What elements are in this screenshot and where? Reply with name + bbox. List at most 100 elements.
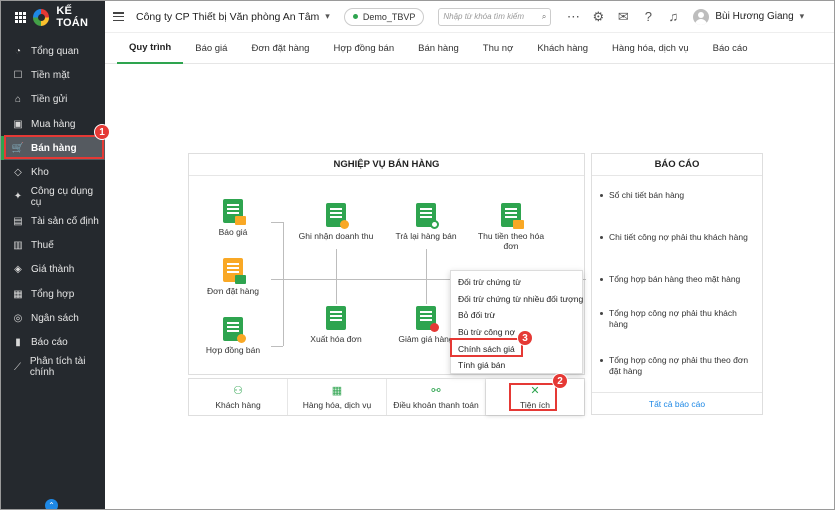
highlight-box-price-policy [450, 338, 523, 357]
customer-icon: ⚇ [233, 384, 243, 397]
logo-row: KẾ TOÁN [1, 1, 105, 33]
report-link-label: Sổ chi tiết bán hàng [609, 190, 685, 200]
tab[interactable]: Hàng hóa, dịch vụ [600, 33, 701, 64]
node-quote[interactable]: Báo giá [193, 199, 273, 237]
collapse-sidebar-icon[interactable]: ⌃ [45, 499, 58, 509]
tab[interactable]: Khách hàng [525, 33, 600, 64]
tab[interactable]: Hợp đồng bán [321, 33, 406, 64]
shortcut-customers[interactable]: ⚇ Khách hàng [189, 379, 288, 415]
report-link[interactable]: Tổng hợp công nợ phải thu khách hàng [600, 308, 752, 330]
header-icons: ⋯ ⚙ ✉ ? ♫ [565, 9, 681, 25]
database-chip[interactable]: Demo_TBVP [343, 7, 425, 26]
dropdown-menu-item[interactable]: Đối trừ chứng từ nhiều đối tượng [451, 291, 583, 308]
help-icon[interactable]: ? [640, 9, 656, 25]
avatar [693, 8, 710, 25]
sidebar-item-label: Báo cáo [31, 337, 68, 349]
sidebar-item[interactable]: ☐ Tiền mặt [1, 63, 105, 87]
sidebar-item[interactable]: ▤ Tài sản cố định [1, 209, 105, 233]
report-link-label: Chi tiết công nợ phải thu khách hàng [609, 232, 748, 242]
sidebar-item-label: Tổng hợp [31, 288, 75, 300]
sidebar-item-label: Giá thành [31, 264, 75, 276]
search-placeholder: Nhập từ khóa tìm kiếm [443, 12, 525, 21]
user-menu[interactable]: Bùi Hương Giang ▾ [693, 8, 805, 25]
report-link[interactable]: Chi tiết công nợ phải thu khách hàng [600, 232, 752, 243]
company-selector[interactable]: Công ty CP Thiết bị Văn phòng An Tâm ▾ [136, 11, 330, 23]
warehouse-icon: ◇ [14, 167, 22, 179]
tab[interactable]: Đơn đặt hàng [239, 33, 321, 64]
process-title: NGHIỆP VỤ BÁN HÀNG [189, 154, 584, 176]
sidebar-item[interactable]: ✦ Công cụ dụng cụ [1, 185, 105, 209]
shortcut-label: Hàng hóa, dịch vụ [302, 399, 372, 410]
dropdown-menu-item[interactable]: Tính giá bán [451, 357, 582, 374]
invoice-doc-icon [326, 306, 346, 330]
search-input[interactable]: Nhập từ khóa tìm kiếm ⌕ [438, 7, 552, 26]
report-link[interactable]: Tổng hợp công nợ phải thu theo đơn đặt h… [600, 355, 752, 377]
report-link[interactable]: Sổ chi tiết bán hàng [600, 190, 752, 201]
sidebar-item[interactable]: ▦ Tổng hợp [1, 282, 105, 306]
order-doc-icon [223, 258, 246, 284]
dropdown-menu-item[interactable]: Đối trừ chứng từ [451, 274, 582, 291]
logo-icon [33, 8, 50, 26]
status-dot-icon [352, 14, 358, 19]
apps-grid-icon[interactable] [15, 11, 26, 23]
menu-toggle-icon[interactable] [113, 12, 124, 21]
step-badge-1: 1 [94, 124, 110, 140]
summary-icon: ▦ [13, 288, 23, 300]
tab[interactable]: Báo cáo [701, 33, 760, 64]
more-options-icon[interactable]: ⋯ [565, 9, 581, 25]
quote-doc-icon [223, 199, 246, 225]
report-link-label: Tổng hợp công nợ phải thu theo đơn đặt h… [609, 355, 749, 376]
sidebar-item[interactable]: ◈ Giá thành [1, 258, 105, 282]
bullet [600, 194, 603, 197]
payment-doc-icon [501, 203, 524, 229]
tax-icon: ▥ [13, 240, 23, 252]
node-sales-contract[interactable]: Hợp đồng bán [193, 317, 273, 355]
tools-icon: ✦ [13, 191, 23, 203]
sidebar-item-label: Phân tích tài chính [29, 356, 86, 378]
payment-terms-icon: ⚯ [431, 384, 441, 397]
cash-icon: ☐ [13, 69, 23, 81]
report-link[interactable]: Tổng hợp bán hàng theo mặt hàng [600, 274, 752, 285]
asset-icon: ▤ [13, 215, 23, 227]
chevron-down-icon: ▾ [799, 11, 805, 21]
notification-bell-icon[interactable]: ♫ [665, 9, 681, 25]
node-issue-invoice[interactable]: Xuất hóa đơn [296, 306, 376, 344]
node-label: Ghi nhận doanh thu [298, 231, 374, 241]
chat-icon[interactable]: ✉ [615, 9, 631, 25]
bank-icon: ⌂ [14, 94, 22, 106]
node-label: Báo giá [218, 227, 248, 237]
tab[interactable]: Thu nợ [471, 33, 526, 64]
search-icon: ⌕ [541, 11, 547, 21]
shortcut-label: Khách hàng [215, 399, 261, 410]
settings-gear-icon[interactable]: ⚙ [590, 9, 606, 25]
shortcut-payment-terms[interactable]: ⚯ Điều khoản thanh toán [387, 379, 486, 415]
dropdown-menu-item[interactable]: Bỏ đối trừ [451, 307, 582, 324]
node-record-revenue[interactable]: Ghi nhận doanh thu [296, 203, 376, 241]
node-collect-payment[interactable]: Thu tiền theo hóa đơn [471, 203, 551, 251]
sidebar-item[interactable]: ▥ Thuế [1, 233, 105, 257]
node-sales-return[interactable]: Trả lại hàng bán [386, 203, 466, 241]
price-tag-icon: ◈ [14, 264, 22, 276]
tab[interactable]: Quy trình [117, 33, 184, 64]
node-sales-order[interactable]: Đơn đặt hàng [193, 258, 273, 296]
sidebar-item[interactable]: ⟋ Phân tích tài chính [1, 355, 105, 379]
sidebar-item[interactable]: ▣ Mua hàng [1, 112, 105, 136]
reports-title: BÁO CÁO [592, 154, 762, 176]
sidebar-item-label: Tổng quan [31, 45, 79, 57]
sidebar-item-label: Kho [31, 167, 49, 179]
sidebar-item[interactable]: ◎ Ngân sách [1, 306, 105, 330]
shortcut-products[interactable]: ▦ Hàng hóa, dịch vụ [288, 379, 387, 415]
sidebar-item[interactable]: ⌂ Tiền gửi [1, 88, 105, 112]
node-label: Xuất hóa đơn [310, 334, 362, 344]
step-badge-2: 2 [552, 373, 568, 389]
node-label: Hợp đồng bán [205, 345, 261, 355]
tab[interactable]: Bán hàng [406, 33, 471, 64]
sidebar-item[interactable]: ◇ Kho [1, 160, 105, 184]
sidebar-item[interactable]: ▮ Báo cáo [1, 331, 105, 355]
tab[interactable]: Báo giá [183, 33, 239, 64]
bullet [600, 359, 603, 362]
report-link-label: Tổng hợp bán hàng theo mặt hàng [609, 274, 741, 284]
sidebar-item[interactable]: ◔ Tổng quan [1, 39, 105, 63]
bullet [600, 278, 603, 281]
all-reports-link[interactable]: Tất cả báo cáo [592, 392, 762, 414]
